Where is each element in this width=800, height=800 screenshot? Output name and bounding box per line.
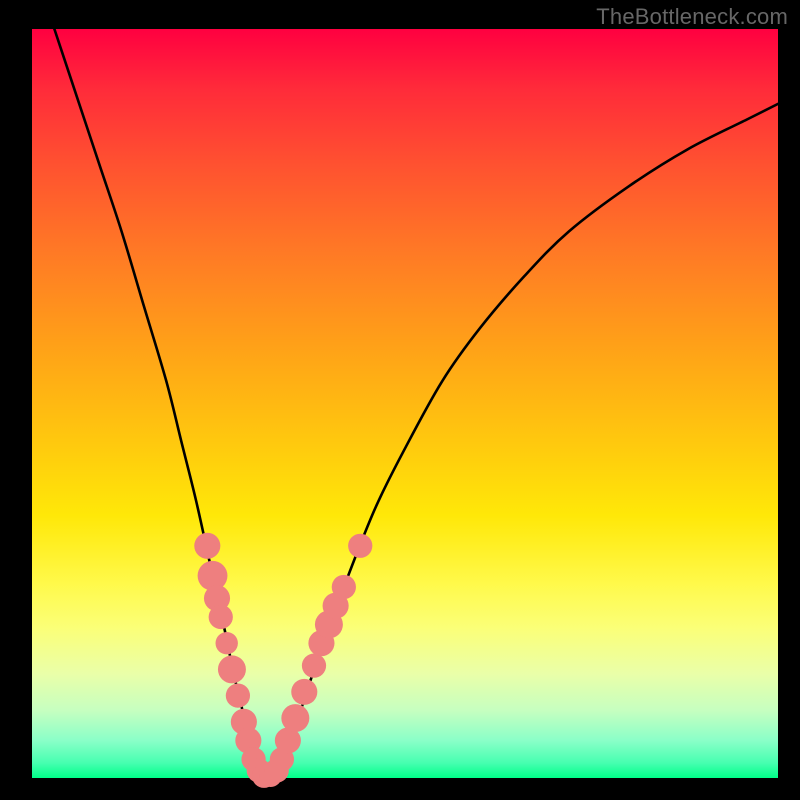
watermark-text: TheBottleneck.com [596,4,788,30]
plot-area [32,29,778,778]
bottleneck-curve [54,29,778,779]
chart-frame: TheBottleneck.com [0,0,800,800]
curve-svg [32,29,778,778]
marker-dots [194,533,372,788]
